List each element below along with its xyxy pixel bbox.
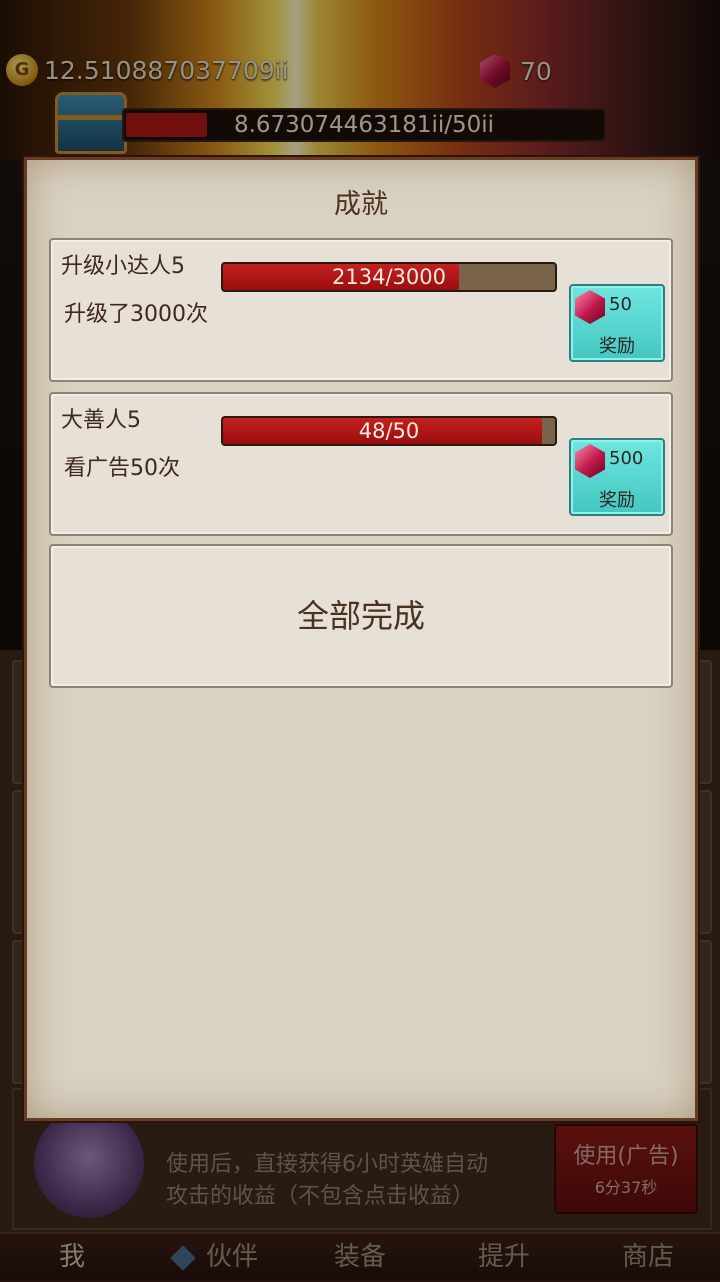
achievement-progress-bar: 48/50 — [221, 416, 557, 446]
dialog-title: 成就 — [334, 189, 388, 220]
claim-reward-button[interactable]: 500 奖励 — [569, 438, 665, 516]
achievement-name: 升级小达人5 — [61, 254, 185, 279]
gem-icon — [575, 290, 605, 324]
claim-reward-button[interactable]: 50 奖励 — [569, 284, 665, 362]
achievement-description: 升级了3000次 — [64, 302, 208, 327]
reward-amount: 500 — [609, 448, 644, 469]
achievement-description: 看广告50次 — [64, 456, 180, 481]
complete-all-button[interactable]: 全部完成 — [49, 544, 673, 688]
achievement-name: 大善人5 — [61, 408, 141, 433]
achievement-card: 大善人5 48/50 看广告50次 500 奖励 — [49, 392, 673, 536]
achievement-card: 升级小达人5 2134/3000 升级了3000次 50 奖励 — [49, 238, 673, 382]
gem-icon — [575, 444, 605, 478]
reward-amount: 50 — [609, 294, 632, 315]
achievement-progress-text: 48/50 — [358, 419, 420, 443]
achievements-dialog: 成就 升级小达人5 2134/3000 升级了3000次 50 奖励 大善人5 … — [24, 157, 698, 1121]
achievement-progress-bar: 2134/3000 — [221, 262, 557, 292]
reward-label: 奖励 — [599, 336, 635, 357]
achievement-progress-text: 2134/3000 — [332, 265, 446, 289]
reward-label: 奖励 — [599, 490, 635, 511]
